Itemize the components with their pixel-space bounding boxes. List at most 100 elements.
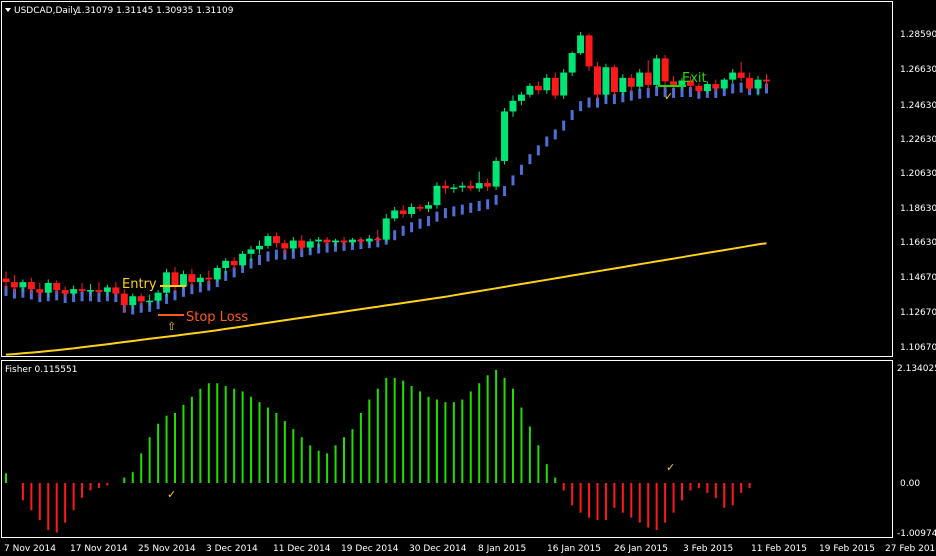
candle-body xyxy=(239,253,247,266)
candle-body xyxy=(78,289,86,291)
candle-body xyxy=(425,205,432,209)
check-mark-icon: ✓ xyxy=(664,90,673,103)
trading-chart[interactable]: USDCAD,Daily 1.31079 1.31145 1.30935 1.3… xyxy=(0,0,936,556)
candle-body xyxy=(695,85,703,92)
candle-body xyxy=(36,289,44,293)
price-label: 1.16630 xyxy=(900,238,936,248)
candle-body xyxy=(382,218,390,240)
candle-body xyxy=(399,210,407,215)
price-label: 1.20630 xyxy=(900,169,936,179)
candle-body xyxy=(763,79,770,82)
candle-body xyxy=(416,206,424,209)
candle-body xyxy=(661,58,669,82)
candle-body xyxy=(357,239,365,242)
trail-mark xyxy=(562,120,566,131)
candle-body xyxy=(484,183,492,187)
candle-body xyxy=(306,241,314,248)
trail-mark xyxy=(629,90,633,101)
trail-mark xyxy=(469,202,473,213)
date-label: 3 Dec 2014 xyxy=(206,544,258,554)
date-label: 19 Dec 2014 xyxy=(341,544,399,554)
candle-body xyxy=(509,100,517,112)
date-label: 11 Dec 2014 xyxy=(273,544,331,554)
candle-body xyxy=(636,72,644,87)
candle-body xyxy=(163,272,171,293)
candle-body xyxy=(492,160,500,187)
candle-body xyxy=(281,243,289,249)
candle-body xyxy=(594,66,601,95)
date-label: 27 Feb 2015 xyxy=(885,544,936,554)
trail-mark xyxy=(612,94,616,105)
candle-body xyxy=(610,67,618,93)
trail-mark xyxy=(731,83,735,94)
candle-body xyxy=(230,260,238,266)
trail-mark xyxy=(739,82,743,93)
trail-mark xyxy=(579,101,583,112)
date-label: 30 Dec 2014 xyxy=(409,544,467,554)
candle-body xyxy=(44,282,52,293)
trail-mark xyxy=(274,249,278,260)
trail-mark xyxy=(477,201,481,212)
candle-body xyxy=(315,239,323,242)
candle-body xyxy=(374,238,382,241)
candle-body xyxy=(441,185,449,189)
candle-body xyxy=(391,210,399,219)
candle-body xyxy=(670,81,678,85)
trail-mark xyxy=(266,251,270,262)
candle-body xyxy=(408,206,416,215)
candle-body xyxy=(10,282,18,288)
stop-loss-label: Stop Loss xyxy=(186,310,248,325)
date-label: 25 Nov 2014 xyxy=(138,544,196,554)
candle-body xyxy=(171,272,179,287)
candle-body xyxy=(103,287,111,292)
price-label: 1.24630 xyxy=(900,101,936,111)
candle-body xyxy=(222,260,230,268)
trail-mark xyxy=(536,145,540,156)
date-label: 8 Jan 2015 xyxy=(478,544,526,554)
trail-mark xyxy=(528,154,532,165)
candle-body xyxy=(585,35,593,67)
fisher-min-label: -1.009740 xyxy=(897,529,936,539)
trail-mark xyxy=(587,97,591,108)
candle-body xyxy=(517,94,525,101)
candle-body xyxy=(112,287,120,294)
candle-body xyxy=(340,240,348,243)
candle-body xyxy=(19,282,27,288)
entry-label: Entry xyxy=(122,277,157,292)
candle-body xyxy=(560,72,568,96)
trail-mark xyxy=(435,211,439,222)
candle-body xyxy=(450,187,458,189)
candle-body xyxy=(298,240,306,248)
trail-mark xyxy=(511,175,515,186)
candle-body xyxy=(95,290,103,292)
trail-mark xyxy=(596,97,599,108)
candle-body xyxy=(754,79,762,89)
candle-body xyxy=(746,77,754,89)
candle-body xyxy=(551,77,559,96)
trail-mark xyxy=(97,292,101,303)
candle-body xyxy=(137,296,145,302)
candle-body xyxy=(61,290,69,294)
price-label: 1.18630 xyxy=(900,204,936,214)
price-label: 1.22630 xyxy=(900,135,936,145)
candle-body xyxy=(348,239,356,243)
candle-body xyxy=(365,238,373,242)
trail-mark xyxy=(393,230,397,241)
candle-body xyxy=(2,278,10,283)
fisher-max-label: 2.134025 xyxy=(897,364,936,374)
trail-mark xyxy=(418,218,422,229)
candle-body xyxy=(205,277,213,280)
price-label: 1.14670 xyxy=(900,273,936,283)
price-label: 1.26630 xyxy=(900,65,936,75)
chart-ohlc-readout: 1.31079 1.31145 1.30935 1.31109 xyxy=(76,6,234,16)
candle-body xyxy=(644,72,652,85)
candle-body xyxy=(247,249,255,254)
candle-body xyxy=(213,267,221,280)
date-label: 11 Feb 2015 xyxy=(751,544,807,554)
trail-mark xyxy=(486,199,490,210)
price-label: 1.10670 xyxy=(900,343,936,353)
candle-body xyxy=(568,53,576,73)
trail-mark xyxy=(688,87,692,98)
candle-body xyxy=(179,274,187,287)
candle-body xyxy=(577,35,585,54)
